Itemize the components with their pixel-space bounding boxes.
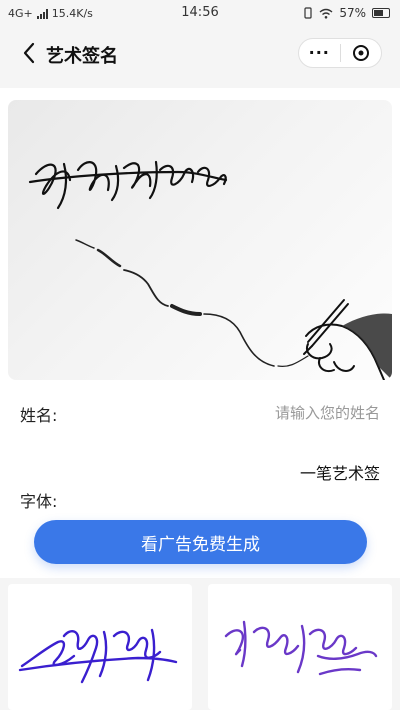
font-label: 字体:: [20, 492, 58, 511]
sample-gallery: [0, 584, 400, 710]
battery-icon: [372, 8, 390, 18]
sample-signature-card[interactable]: [208, 584, 392, 710]
status-right: 57%: [303, 6, 390, 20]
name-input[interactable]: [180, 400, 380, 426]
nav-bar: 艺术签名 ···: [0, 28, 400, 80]
sample-signature-image: [18, 628, 178, 684]
close-button[interactable]: [341, 44, 382, 62]
sample-signature-card[interactable]: [8, 584, 192, 710]
name-row: 姓名:: [20, 400, 380, 426]
name-label: 姓名:: [20, 406, 58, 425]
font-selector[interactable]: 一笔艺术签: [300, 460, 380, 484]
back-icon[interactable]: [20, 41, 38, 65]
main-card: 姓名: 一笔艺术签 字体: 看广告免费生成: [0, 88, 400, 578]
font-row: 一笔艺术签 字体:: [20, 460, 380, 520]
status-bar: 4G+ 15.4K/s 14:56 57%: [0, 0, 400, 28]
battery-percent: 57%: [339, 6, 366, 20]
sample-signature-image: [224, 620, 378, 676]
generate-button[interactable]: 看广告免费生成: [34, 520, 367, 564]
mini-program-capsule: ···: [298, 38, 382, 68]
hero-banner-image: [8, 100, 392, 380]
close-circle-icon: [352, 45, 369, 61]
page-title: 艺术签名: [46, 46, 118, 67]
vibrate-icon: [304, 7, 312, 19]
signature-illustration: [28, 160, 392, 380]
wifi-icon: [319, 8, 333, 19]
more-icon[interactable]: ···: [299, 45, 340, 61]
